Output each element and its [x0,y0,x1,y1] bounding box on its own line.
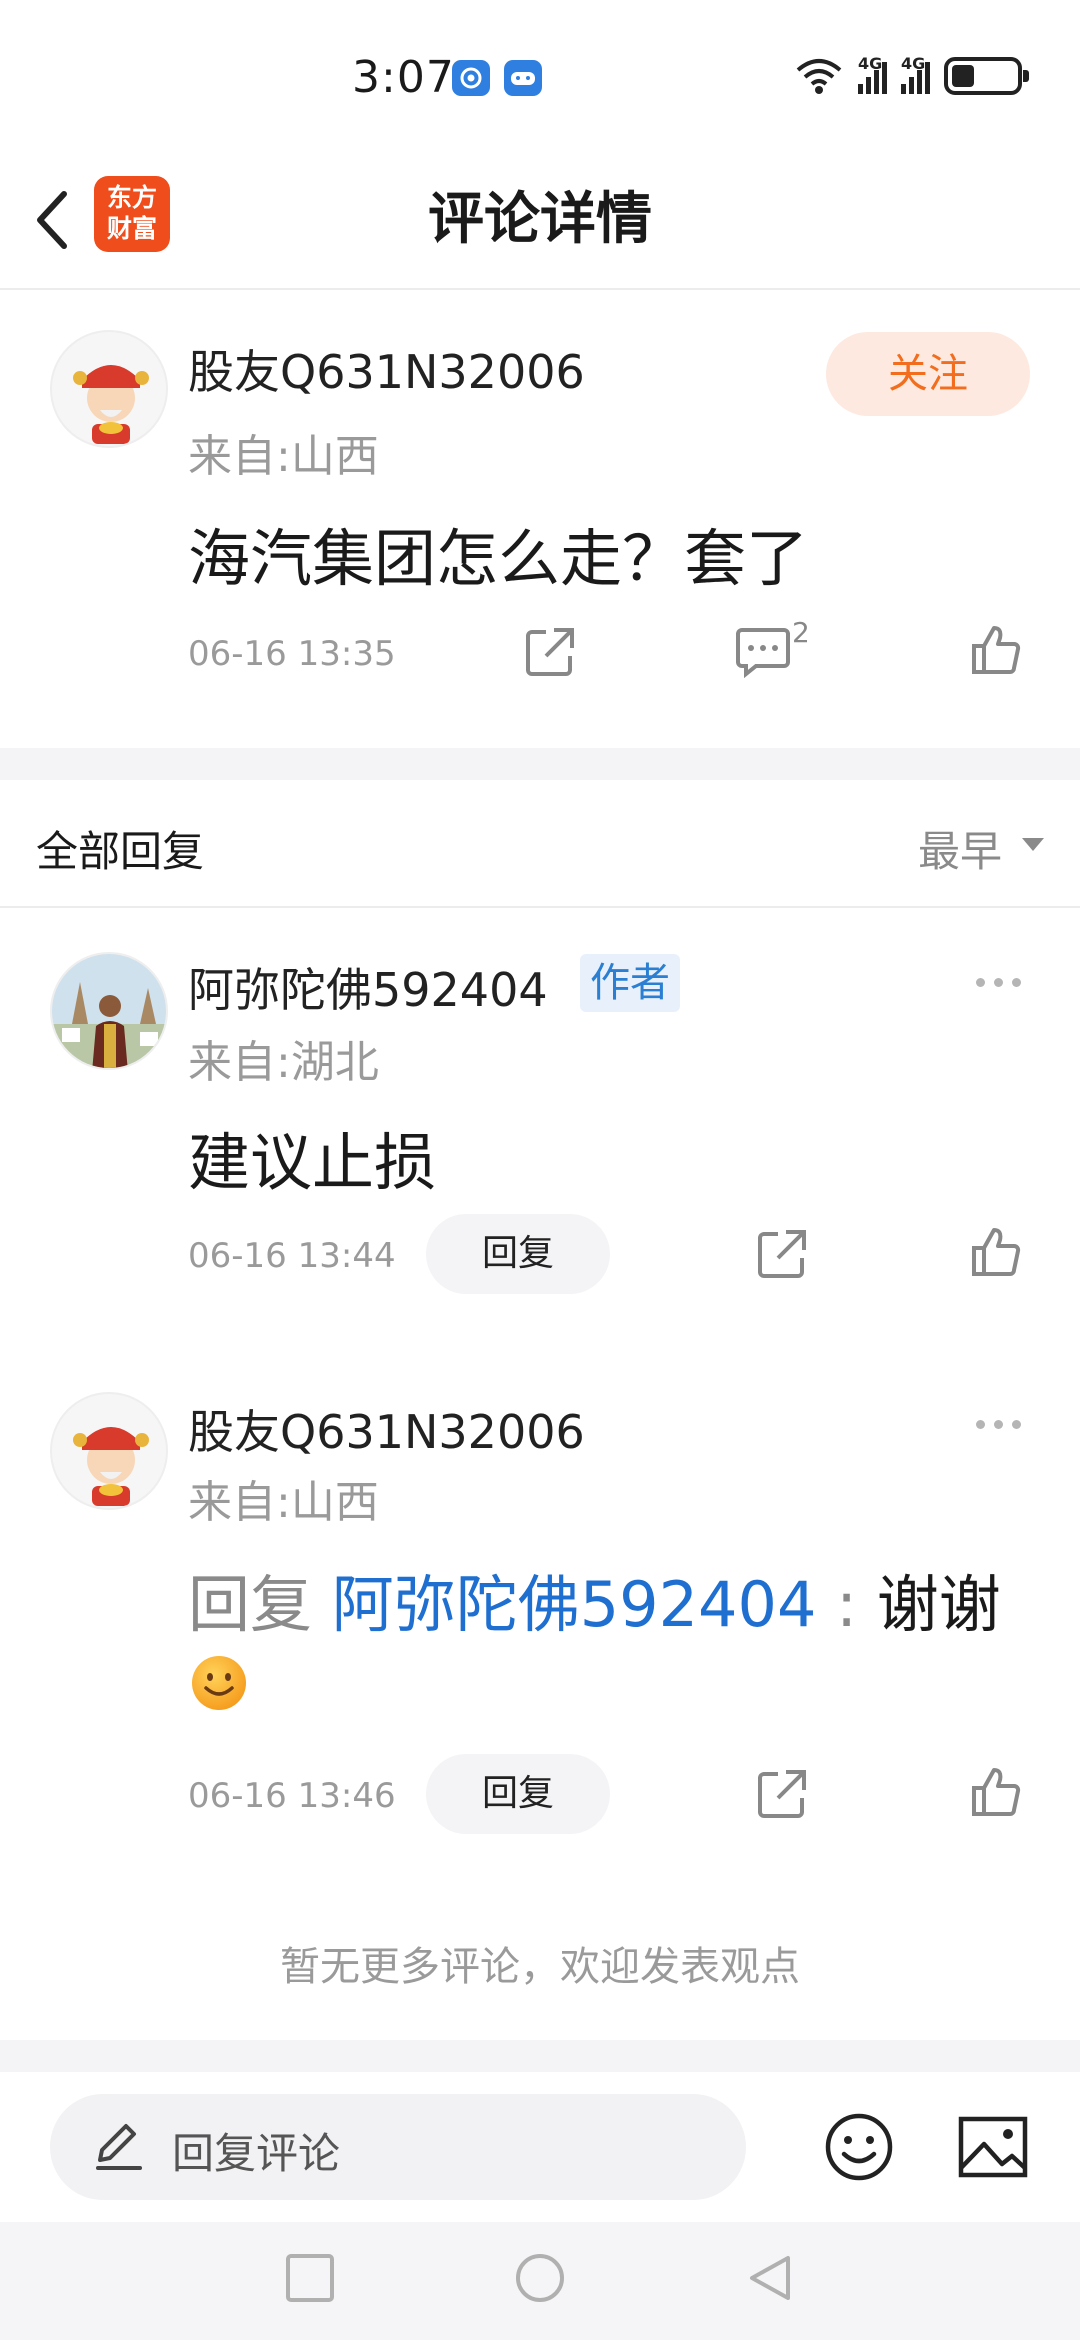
chevron-down-icon[interactable] [1022,838,1044,851]
reply-2-avatar[interactable] [50,1392,168,1510]
signal-1-icon: 4G [858,54,887,94]
reply-colon: : [816,1568,877,1641]
section-divider [0,748,1080,780]
page-title: 评论详情 [428,187,652,252]
square-nav-icon[interactable] [284,2252,336,2304]
sort-dropdown[interactable]: 最早 [918,818,1002,879]
replies-header: 全部回复 最早 [0,780,1080,908]
follow-button[interactable]: 关注 [826,332,1030,416]
reply-1-more-icon[interactable] [976,978,1021,987]
reply-2-text: 回复 阿弥陀佛592404 : 谢谢 [188,1554,1001,1644]
reply-2-like-icon[interactable] [970,1766,1022,1818]
reply-2-location: 来自:山西 [188,1477,379,1528]
system-navigation-bar [0,2222,1080,2340]
reply-2-reply-button[interactable]: 回复 [426,1754,610,1834]
signal-2-icon: 4G [901,54,930,94]
status-time: 3:07 [352,52,455,103]
status-bar: 3:07 4G 4G [0,0,1080,150]
comment-time: 06-16 13:35 [188,634,396,674]
reply-1-location: 来自:湖北 [188,1037,379,1088]
comment-author-name[interactable]: 股友Q631N32006 [188,336,585,402]
comment-text: 海汽集团怎么走？套了 [188,522,809,595]
share-icon[interactable] [524,626,576,678]
reply-2-author-name[interactable]: 股友Q631N32006 [188,1396,585,1462]
status-indicators: 4G 4G [794,54,1029,96]
reply-1-like-icon[interactable] [970,1226,1022,1278]
comment-icon[interactable] [736,626,790,678]
like-icon[interactable] [970,624,1022,676]
reply-prefix: 回复 [188,1568,332,1641]
reply-target-link[interactable]: 阿弥陀佛592404 [332,1568,817,1641]
replies-title: 全部回复 [36,827,205,876]
author-badge: 作者 [580,954,680,1012]
smile-emoji-icon [192,1656,246,1710]
circle-nav-icon[interactable] [514,2252,566,2304]
top-header: 东方 财富 评论详情 [0,150,1080,290]
input-placeholder: 回复评论 [172,2129,341,2178]
comment-input-bar: 回复评论 [0,2072,1080,2222]
game-app-icon [504,60,542,96]
wifi-icon [796,59,842,94]
reply-2-time: 06-16 13:46 [188,1776,396,1816]
reply-1-author-name[interactable]: 阿弥陀佛592404 [188,954,548,1020]
reply-1-time: 06-16 13:44 [188,1236,396,1276]
reply-1-avatar[interactable] [50,952,168,1070]
comment-location: 来自:山西 [188,431,379,482]
image-icon[interactable] [958,2116,1028,2178]
reply-1-reply-button[interactable]: 回复 [426,1214,610,1294]
reply-count: 2 [792,616,810,649]
reply-comment-input[interactable]: 回复评论 [50,2094,746,2200]
triangle-nav-icon[interactable] [744,2252,796,2304]
emoji-icon[interactable] [824,2112,894,2182]
reply-1-share-icon[interactable] [756,1228,808,1280]
reply-message: 谢谢 [876,1568,1001,1641]
avatar[interactable] [50,330,168,448]
reply-2-share-icon[interactable] [756,1768,808,1820]
pen-icon [96,2124,142,2170]
no-more-comments-text: 暂无更多评论，欢迎发表观点 [280,1944,800,1990]
battery-icon [944,57,1029,95]
notification-app-icon [452,60,490,96]
reply-2-more-icon[interactable] [976,1420,1021,1429]
reply-1-text: 建议止损 [188,1126,437,1199]
bottom-divider [0,2040,1080,2072]
